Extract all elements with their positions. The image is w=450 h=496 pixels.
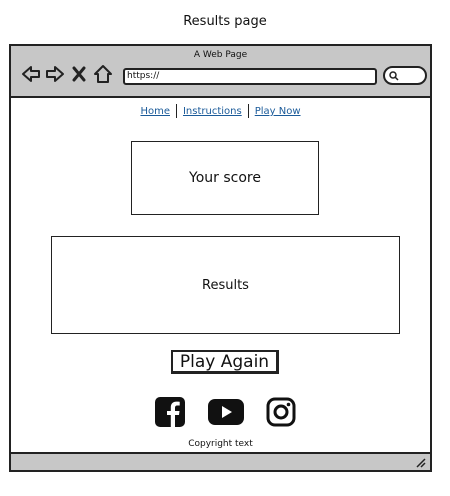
window-title: A Web Page	[193, 50, 248, 60]
copyright-text: Copyright text	[188, 439, 253, 449]
status-bar	[11, 452, 430, 470]
top-nav: Home Instructions Play Now	[11, 104, 430, 118]
facebook-icon[interactable]	[154, 396, 186, 432]
nav-link-home[interactable]: Home	[134, 106, 176, 117]
youtube-icon[interactable]	[208, 399, 244, 429]
back-arrow-icon[interactable]	[21, 64, 41, 84]
score-box: Your score	[131, 141, 319, 215]
nav-link-instructions[interactable]: Instructions	[177, 106, 248, 117]
nav-link-play-now[interactable]: Play Now	[249, 106, 307, 117]
search-icon	[389, 71, 399, 81]
browser-window: A Web Page https:// Home Instructions Play…	[9, 44, 432, 472]
results-label: Results	[202, 277, 249, 293]
score-label: Your score	[189, 170, 261, 186]
resize-grip-icon[interactable]	[414, 456, 426, 468]
home-icon[interactable]	[93, 64, 113, 84]
close-x-icon[interactable]	[69, 64, 89, 84]
browser-chrome: A Web Page https://	[11, 46, 430, 98]
nav-controls	[21, 64, 113, 84]
social-links	[154, 396, 296, 432]
forward-arrow-icon[interactable]	[45, 64, 65, 84]
url-bar[interactable]: https://	[123, 68, 377, 85]
results-box: Results	[51, 236, 400, 334]
search-box[interactable]	[383, 66, 427, 85]
page-caption: Results page	[183, 14, 267, 29]
play-again-button[interactable]: Play Again	[171, 350, 279, 374]
instagram-icon[interactable]	[266, 397, 296, 431]
